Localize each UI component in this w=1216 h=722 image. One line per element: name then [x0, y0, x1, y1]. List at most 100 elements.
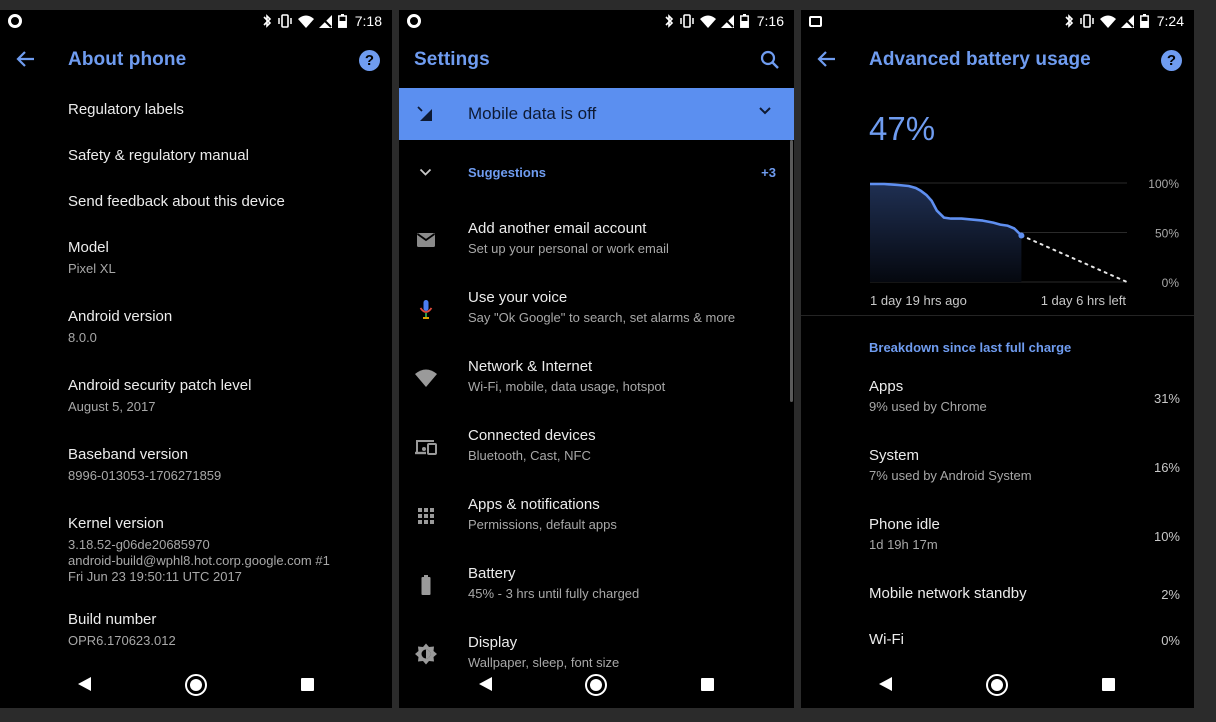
apps-grid-icon [418, 508, 434, 524]
wifi-status-icon [699, 15, 716, 28]
app-bar: About phone ? [0, 34, 392, 88]
nav-bar [0, 660, 392, 708]
usage-row-wifi[interactable]: Wi-Fi 0% [869, 631, 1180, 648]
pref-title: Android version [68, 308, 173, 325]
help-icon[interactable]: ? [1161, 50, 1182, 71]
usage-summary: 1d 19h 17m [869, 537, 938, 552]
item-title: Use your voice [468, 289, 568, 306]
pref-title: Build number [68, 611, 157, 628]
status-time: 7:24 [1156, 13, 1184, 29]
chart-y-tick-label: 50% [1155, 227, 1179, 241]
nav-home-icon[interactable] [585, 674, 607, 696]
chart-y-tick-label: 100% [1148, 177, 1179, 191]
nav-back-icon[interactable] [78, 677, 91, 691]
usage-row-apps[interactable]: Apps 9% used by Chrome 31% [869, 378, 1180, 414]
nav-bar [399, 660, 794, 708]
nav-home-icon[interactable] [986, 674, 1008, 696]
pref-summary: 8996-013053-1706271859 [68, 468, 222, 483]
nav-home-icon[interactable] [185, 674, 207, 696]
no-signal-icon [318, 14, 332, 28]
pref-title: Android security patch level [68, 377, 252, 394]
settings-item-apps[interactable]: Apps & notifications Permissions, defaul… [399, 492, 794, 546]
pref-model[interactable]: Model Pixel XL [68, 239, 382, 277]
item-summary: Wi-Fi, mobile, data usage, hotspot [468, 379, 666, 394]
item-title: Connected devices [468, 427, 596, 444]
suggestions-header[interactable]: Suggestions +3 [399, 164, 794, 184]
status-time: 7:18 [354, 13, 382, 29]
pref-android-version[interactable]: Android version 8.0.0 [68, 308, 382, 346]
nav-back-icon[interactable] [479, 677, 492, 691]
pref-baseband-version[interactable]: Baseband version 8996-013053-1706271859 [68, 446, 382, 484]
no-signal-icon [720, 14, 734, 28]
usage-row-mobile-network[interactable]: Mobile network standby 2% [869, 585, 1180, 602]
settings-item-network[interactable]: Network & Internet Wi-Fi, mobile, data u… [399, 354, 794, 408]
pref-safety-manual[interactable]: Safety & regulatory manual [68, 147, 382, 165]
status-bar: 7:16 [399, 10, 794, 34]
app-bar: Settings [399, 34, 794, 88]
back-arrow-icon[interactable] [817, 49, 837, 69]
pref-build-number[interactable]: Build number OPR6.170623.012 [68, 611, 382, 649]
pref-security-patch[interactable]: Android security patch level August 5, 2… [68, 377, 382, 415]
usage-title: Mobile network standby [869, 585, 1027, 602]
battery-status-icon [739, 14, 749, 28]
wifi-status-icon [1099, 15, 1116, 28]
wifi-status-icon [297, 15, 314, 28]
chart-x-tick-label-end: 1 day 6 hrs left [1041, 293, 1127, 308]
chevron-down-icon [419, 168, 432, 176]
item-summary: Set up your personal or work email [468, 241, 669, 256]
usage-summary: 9% used by Chrome [869, 399, 987, 414]
nav-recents-icon[interactable] [301, 678, 314, 691]
banner-text: Mobile data is off [468, 104, 597, 123]
item-summary: Permissions, default apps [468, 517, 617, 532]
bluetooth-icon [1065, 14, 1073, 28]
item-title: Display [468, 634, 518, 651]
pref-summary: 8.0.0 [68, 330, 97, 345]
settings-item-email[interactable]: Add another email account Set up your pe… [399, 216, 794, 270]
status-bar: 7:24 [801, 10, 1194, 34]
usage-title: Wi-Fi [869, 631, 904, 648]
chart-series-line-projected [1020, 234, 1128, 283]
pref-regulatory-labels[interactable]: Regulatory labels [68, 101, 382, 119]
settings-item-voice[interactable]: Use your voice Say "Ok Google" to search… [399, 285, 794, 339]
notification-circle-icon [8, 14, 22, 28]
battery-icon [421, 575, 431, 595]
usage-percent: 31% [1153, 391, 1180, 406]
item-title: Battery [468, 565, 516, 582]
no-signal-icon [417, 106, 432, 121]
item-summary: 45% - 3 hrs until fully charged [468, 586, 640, 601]
pref-summary: Fri Jun 23 19:50:11 UTC 2017 [68, 569, 242, 584]
settings-item-battery[interactable]: Battery 45% - 3 hrs until fully charged [399, 561, 794, 615]
settings-item-connected-devices[interactable]: Connected devices Bluetooth, Cast, NFC [399, 423, 794, 477]
suggestions-label: Suggestions [468, 165, 547, 180]
back-arrow-icon[interactable] [16, 49, 36, 69]
nav-back-icon[interactable] [879, 677, 892, 691]
usage-summary: 7% used by Android System [869, 468, 1032, 483]
item-title: Apps & notifications [468, 496, 600, 513]
vibrate-icon [1080, 14, 1094, 28]
nav-recents-icon[interactable] [701, 678, 714, 691]
nav-recents-icon[interactable] [1102, 678, 1115, 691]
pref-title: Safety & regulatory manual [68, 147, 249, 164]
usage-row-system[interactable]: System 7% used by Android System 16% [869, 447, 1180, 483]
battery-status-icon [1139, 14, 1149, 28]
battery-percent: 47% [869, 110, 936, 147]
chevron-down-icon[interactable] [758, 106, 772, 116]
chart-area-fill [870, 184, 1022, 282]
usage-title: Phone idle [869, 516, 940, 533]
scrollbar[interactable] [790, 140, 793, 402]
status-bar: 7:18 [0, 10, 392, 34]
about-phone-screen: 7:18 About phone ? Regulatory labels Saf… [0, 10, 392, 708]
divider [801, 315, 1194, 316]
no-signal-icon [1120, 14, 1134, 28]
mobile-data-off-banner[interactable]: Mobile data is off [399, 88, 794, 140]
battery-chart: 100% 50% 0% 1 day 19 hrs ago 1 day 6 hrs l… [801, 160, 1194, 310]
usage-title: System [869, 447, 920, 464]
item-title: Network & Internet [468, 358, 593, 375]
help-icon[interactable]: ? [359, 50, 380, 71]
usage-row-phone-idle[interactable]: Phone idle 1d 19h 17m 10% [869, 516, 1180, 552]
search-icon[interactable] [760, 50, 780, 70]
breakdown-label: Breakdown since last full charge [869, 340, 1072, 355]
pref-kernel-version[interactable]: Kernel version 3.18.52-g06de20685970 and… [68, 515, 382, 585]
pref-send-feedback[interactable]: Send feedback about this device [68, 193, 382, 211]
item-summary: Bluetooth, Cast, NFC [468, 448, 591, 463]
